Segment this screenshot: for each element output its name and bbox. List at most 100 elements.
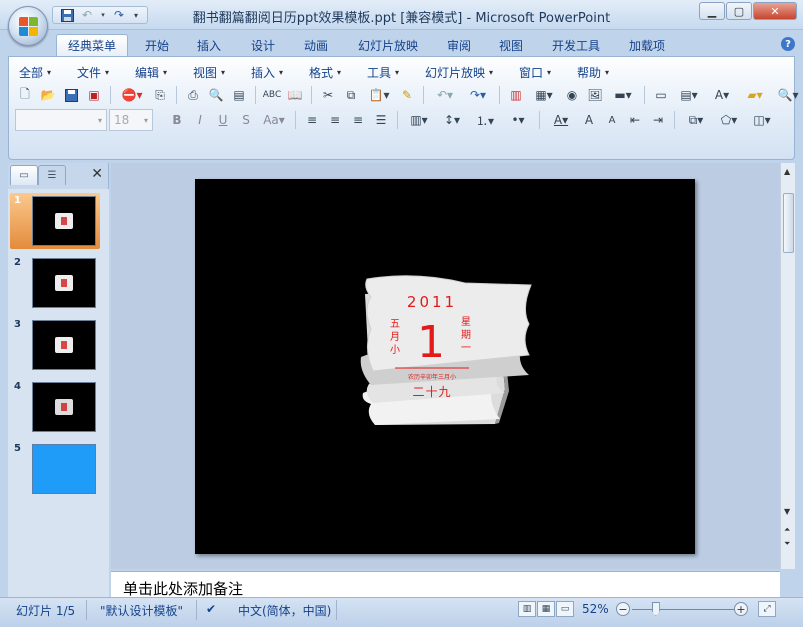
columns-icon[interactable]: ▥▾ [404,110,434,130]
theme-name[interactable]: "默认设计模板" [100,602,183,619]
scroll-down-icon[interactable]: ▼ [784,507,790,516]
redo-icon[interactable]: ↷▾ [463,85,493,105]
zoom-out-icon[interactable]: − [616,602,630,616]
office-button[interactable] [8,6,48,46]
tab-view[interactable]: 视图 [492,34,530,56]
tab-insert[interactable]: 插入 [190,34,228,56]
chart-icon[interactable]: ▥ [506,85,526,105]
decrease-indent-icon[interactable]: ⇤ [625,110,645,130]
slides-tab-icon[interactable]: ▭ [10,165,38,185]
scroll-thumb[interactable] [783,193,794,253]
normal-view-icon[interactable]: ▥ [518,601,536,617]
undo-icon[interactable]: ↶▾ [430,85,460,105]
slide-thumbnail-4[interactable]: 4 [10,379,100,435]
tab-addins[interactable]: 加载项 [622,34,672,56]
zoom-icon[interactable]: 🔍▾ [773,85,803,105]
permission-icon[interactable]: ⛔▾ [117,85,147,105]
folder-icon[interactable]: ▰▾ [740,85,770,105]
cut-icon[interactable]: ✂ [318,85,338,105]
menu-view[interactable]: 视图 ▾ [187,61,245,83]
menu-edit[interactable]: 编辑 ▾ [129,61,187,83]
current-slide[interactable]: 2011 1 五 月 小 星 期 一 农历辛卯年三月小 二十九 [195,179,695,554]
zoom-slider-thumb[interactable] [651,602,660,616]
bullets-icon[interactable]: •▾ [503,110,533,130]
notes-pane[interactable]: 单击此处添加备注 [111,571,780,598]
underline-icon[interactable]: U [213,110,233,130]
textbox-icon[interactable]: A▾ [707,85,737,105]
picture-icon[interactable]: 🖼 [585,85,605,105]
shapes-icon[interactable]: ⬠▾ [714,110,744,130]
open-icon[interactable]: 📂 [38,85,58,105]
paste-icon[interactable]: 📋▾ [364,85,394,105]
copy-icon[interactable]: ⧉ [341,85,361,105]
slide-thumbnail-5[interactable]: 5 [10,441,100,497]
format-painter-icon[interactable]: ✎ [397,85,417,105]
numbering-icon[interactable]: ⒈▾ [470,110,500,130]
shadow-icon[interactable]: S [236,110,256,130]
close-panel-icon[interactable]: ✕ [91,166,103,182]
line-spacing-icon[interactable]: ↕▾ [437,110,467,130]
slide-thumbnail-2[interactable]: 2 [10,255,100,311]
grow-font-icon[interactable]: A [579,110,599,130]
print-icon[interactable]: ⎙ [183,85,203,105]
quick-styles-icon[interactable]: ◫▾ [747,110,777,130]
print-preview-icon[interactable]: 🔍 [206,85,226,105]
bold-icon[interactable]: B [167,110,187,130]
increase-indent-icon[interactable]: ⇥ [648,110,668,130]
zoom-in-icon[interactable]: + [734,602,748,616]
slide-thumbnail-3[interactable]: 3 [10,317,100,373]
maximize-button[interactable]: ▢ [726,2,752,20]
align-right-icon[interactable]: ≡ [348,110,368,130]
menu-all[interactable]: 全部 ▾ [13,61,71,83]
scroll-up-icon[interactable]: ▲ [784,167,790,176]
tab-slideshow[interactable]: 幻灯片放映 [350,34,426,56]
arrange-icon[interactable]: ⧉▾ [681,110,711,130]
tab-review[interactable]: 审阅 [440,34,478,56]
menu-format[interactable]: 格式 ▾ [303,61,361,83]
table-icon[interactable]: ▦▾ [529,85,559,105]
minimize-button[interactable]: ▁ [699,2,725,20]
slide-thumbnail-1[interactable]: 1 [10,193,100,249]
clipart-icon[interactable]: ◉ [562,85,582,105]
font-name-combo[interactable]: ▾ [15,109,107,131]
menu-file[interactable]: 文件 ▾ [71,61,129,83]
save-as-pdf-icon[interactable]: ▣ [84,85,104,105]
publish-icon[interactable]: ⎘ [150,85,170,105]
close-button[interactable]: ✕ [753,2,797,20]
language-indicator[interactable]: 中文(简体，中国) [238,602,331,619]
align-center-icon[interactable]: ≡ [325,110,345,130]
tab-developer[interactable]: 开发工具 [545,34,607,56]
spelling-icon[interactable]: ABC [262,85,282,105]
new-icon[interactable]: 🗋 [15,85,35,105]
tab-animation[interactable]: 动画 [297,34,335,56]
justify-icon[interactable]: ☰ [371,110,391,130]
italic-icon[interactable]: I [190,110,210,130]
shape-fill-icon[interactable]: ▬▾ [608,85,638,105]
tab-home[interactable]: 开始 [138,34,176,56]
menu-slideshow[interactable]: 幻灯片放映 ▾ [419,61,513,83]
menu-window[interactable]: 窗口 ▾ [513,61,571,83]
vertical-scrollbar[interactable]: ▲ ▼ ⏶ ⏷ [780,163,795,569]
slideshow-view-icon[interactable]: ▭ [556,601,574,617]
tab-classic-menu[interactable]: 经典菜单 [56,34,128,56]
next-slide-icon[interactable]: ⏷ [784,539,790,549]
menu-tools[interactable]: 工具 ▾ [361,61,419,83]
menu-insert[interactable]: 插入 ▾ [245,61,303,83]
spellcheck-icon[interactable]: ✔ [206,602,216,616]
menu-help[interactable]: 帮助 ▾ [571,61,629,83]
zoom-level[interactable]: 52% [582,602,609,616]
align-left-icon[interactable]: ≡ [302,110,322,130]
slide-sorter-icon[interactable]: ▦ [537,601,555,617]
thesaurus-icon[interactable]: 📖 [285,85,305,105]
font-size-combo[interactable]: 18 ▾ [109,109,153,131]
layout-icon[interactable]: ▤▾ [674,85,704,105]
tab-design[interactable]: 设计 [244,34,282,56]
previous-slide-icon[interactable]: ⏶ [784,525,790,535]
font-color-icon[interactable]: A▾ [546,110,576,130]
new-slide-icon[interactable]: ▭ [651,85,671,105]
shrink-font-icon[interactable]: A [602,110,622,130]
save-icon[interactable] [61,85,81,105]
fit-to-window-icon[interactable]: ⤢ [758,601,776,617]
research-icon[interactable]: ▤ [229,85,249,105]
help-icon[interactable]: ? [781,37,795,51]
